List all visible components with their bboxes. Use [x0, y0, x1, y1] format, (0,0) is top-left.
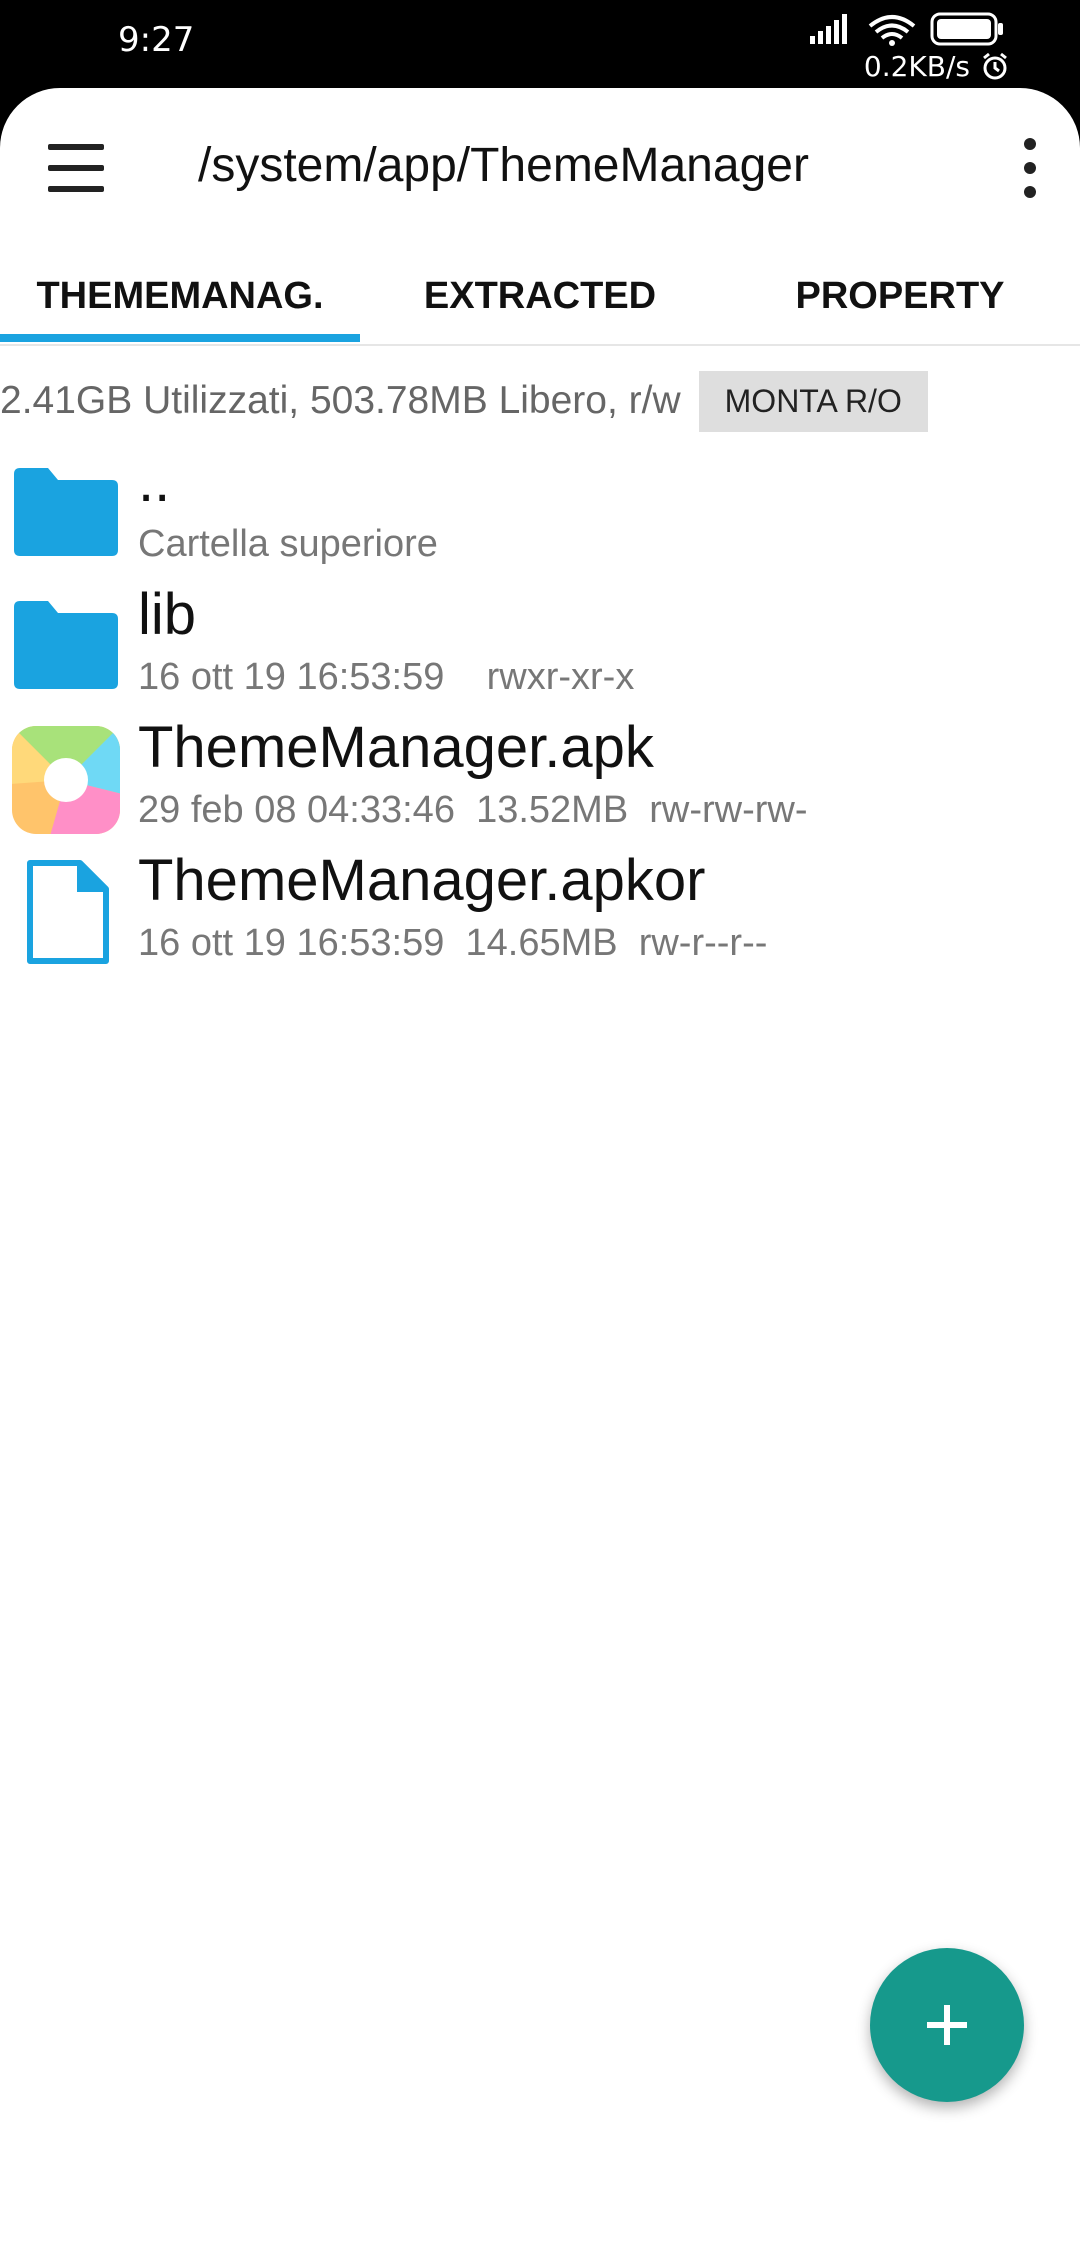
toolbar: /system/app/ThemeManager — [0, 88, 1080, 248]
file-meta: 29 feb 08 04:33:46 13.52MB rw-rw-rw- — [138, 789, 808, 831]
storage-info-row: 2.41GB Utilizzati, 503.78MB Libero, r/w … — [0, 358, 1080, 444]
storage-info: 2.41GB Utilizzati, 503.78MB Libero, r/w — [0, 379, 681, 422]
mount-ro-button[interactable]: MONTA R/O — [698, 370, 928, 432]
list-item-apkor[interactable]: ThemeManager.apkor 16 ott 19 16:53:59 14… — [0, 847, 1080, 980]
status-time: 9:27 — [118, 20, 195, 60]
signal-icon — [810, 14, 847, 44]
file-icon — [27, 860, 109, 964]
wifi-icon — [868, 15, 916, 46]
main-sheet: /system/app/ThemeManager THEMEMANAG. EXT… — [0, 88, 1080, 2246]
alarm-icon — [983, 52, 1007, 79]
list-item-apk[interactable]: ThemeManager.apk 29 feb 08 04:33:46 13.5… — [0, 714, 1080, 847]
plus-icon — [927, 2005, 967, 2045]
theme-app-icon — [12, 726, 120, 834]
tab-bar: THEMEMANAG. EXTRACTED PROPERTY — [0, 248, 1080, 346]
file-meta: 16 ott 19 16:53:59 14.65MB rw-r--r-- — [138, 922, 768, 964]
hamburger-menu-icon[interactable] — [48, 140, 104, 196]
battery-icon — [930, 12, 1003, 46]
tab-property[interactable]: PROPERTY — [720, 248, 1080, 344]
path-title: /system/app/ThemeManager — [198, 139, 809, 192]
file-name: ThemeManager.apkor — [138, 848, 706, 913]
tab-thememanag[interactable]: THEMEMANAG. — [0, 248, 360, 344]
network-speed: 0.2KB/s — [864, 50, 1010, 83]
network-speed-text: 0.2KB/s — [863, 50, 970, 83]
tab-indicator — [0, 334, 360, 342]
folder-icon — [14, 601, 118, 689]
file-name: ThemeManager.apk — [138, 715, 654, 780]
add-fab-button[interactable] — [870, 1948, 1024, 2102]
file-name: .. — [138, 449, 171, 514]
status-icons — [810, 10, 1010, 50]
folder-icon — [14, 468, 118, 556]
tab-extracted[interactable]: EXTRACTED — [360, 248, 720, 344]
status-bar: 9:27 0.2KB/s — [0, 0, 1080, 100]
file-list: .. Cartella superiore lib 16 ott 19 16:5… — [0, 448, 1080, 980]
file-meta: 16 ott 19 16:53:59 rwxr-xr-x — [138, 656, 635, 698]
file-meta: Cartella superiore — [138, 523, 438, 565]
more-vert-icon[interactable] — [1010, 138, 1050, 198]
file-name: lib — [138, 582, 197, 647]
list-item-parent[interactable]: .. Cartella superiore — [0, 448, 1080, 581]
list-item-lib[interactable]: lib 16 ott 19 16:53:59 rwxr-xr-x — [0, 581, 1080, 714]
